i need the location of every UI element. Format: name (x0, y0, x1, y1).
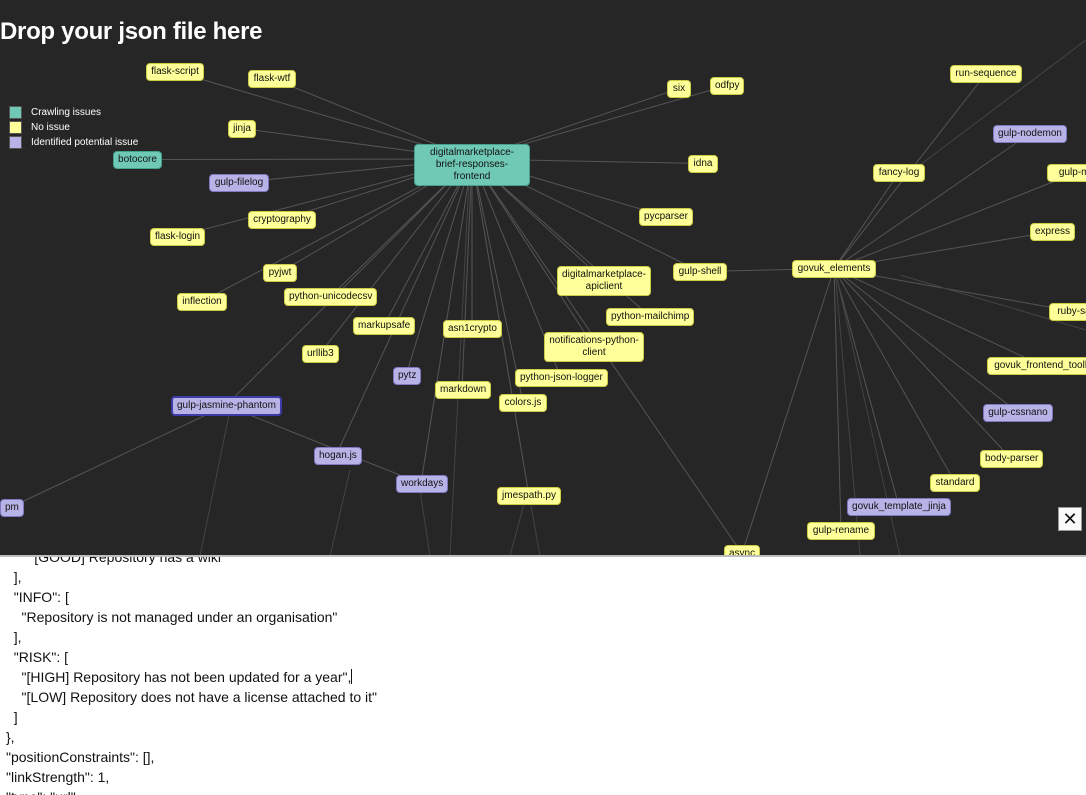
dependency-link (833, 268, 1043, 366)
dependency-link (419, 489, 431, 556)
legend-swatch-potential-issue (9, 136, 22, 149)
graph-node-flask-wtf[interactable]: flask-wtf (248, 70, 296, 88)
legend-swatch-crawling (9, 106, 22, 119)
editor-line: "INFO": [ (6, 589, 69, 605)
graph-node-standard[interactable]: standard (930, 474, 980, 492)
legend-swatch-no-issue (9, 121, 22, 134)
dependency-link (833, 268, 901, 508)
graph-node-notifications-python-client[interactable]: notifications-python-client (544, 332, 644, 362)
dependency-link (529, 499, 541, 556)
dependency-link (740, 268, 835, 555)
graph-node-workdays[interactable]: workdays (396, 475, 449, 493)
editor-line-active: "[HIGH] Repository has not been updated … (6, 667, 353, 687)
graph-node-express[interactable]: express (1030, 223, 1076, 241)
graph-node-odfpy[interactable]: odfpy (710, 77, 745, 95)
graph-node-urllib3[interactable]: urllib3 (302, 345, 339, 363)
legend-label: Identified potential issue (31, 137, 139, 148)
graph-node-jmespath-py[interactable]: jmespath.py (497, 487, 561, 505)
graph-node-fancy-log[interactable]: fancy-log (873, 164, 925, 182)
text-cursor (351, 669, 353, 684)
legend-item-no-issue: No issue (9, 120, 138, 135)
graph-node-flask-login[interactable]: flask-login (150, 228, 206, 246)
dependency-link (833, 171, 900, 269)
graph-node-markupsafe[interactable]: markupsafe (353, 317, 416, 335)
dependency-link (471, 158, 595, 348)
editor-line: "[LOW] Repository does not have a licens… (6, 689, 378, 705)
json-editor[interactable]: "[GOOD] Repository has a wiki" ], "INFO"… (0, 557, 1086, 795)
dependency-link (833, 133, 1031, 269)
editor-line: "RISK": [ (6, 649, 69, 665)
dependency-link (833, 268, 844, 532)
graph-node-six[interactable]: six (667, 80, 691, 98)
graph-node-govuk-frontend-toolk[interactable]: govuk_frontend_toolk (987, 357, 1086, 375)
editor-line: "type": "url" (6, 787, 76, 795)
dependency-link (449, 159, 471, 556)
dependency-link (9, 405, 227, 508)
graph-node-jinja[interactable]: jinja (228, 120, 256, 138)
graph-node-gulp-mo[interactable]: gulp-mo (1047, 164, 1086, 182)
graph-node-inflection[interactable]: inflection (177, 293, 227, 311)
dependency-link (225, 405, 422, 485)
dependency-link (225, 158, 473, 407)
graph-node-gulp-filelog[interactable]: gulp-filelog (209, 174, 269, 192)
dependency-link (199, 409, 231, 556)
dependency-graph-canvas[interactable]: digitalmarketplace-brief-responses-front… (0, 0, 1086, 556)
dependency-link (833, 268, 956, 484)
legend-item-crawling-issues: Crawling issues (9, 105, 138, 120)
graph-node-python-unicodecsv[interactable]: python-unicodecsv (284, 288, 378, 306)
graph-node-pyjwt[interactable]: pyjwt (263, 264, 297, 282)
graph-node-gulp-rename[interactable]: gulp-rename (807, 522, 875, 540)
close-icon[interactable]: ✕ (1058, 507, 1082, 531)
editor-line: ], (6, 629, 22, 645)
dependency-link (833, 268, 1019, 413)
dependency-link (329, 469, 351, 556)
graph-node-cryptography[interactable]: cryptography (248, 211, 316, 229)
editor-line-text: "[HIGH] Repository has not been updated … (6, 669, 352, 685)
graph-node-digitalmarketplace-apiclient[interactable]: digitalmarketplace-apiclient (557, 266, 651, 296)
graph-node-govuk-elements[interactable]: govuk_elements (792, 260, 876, 278)
editor-line: ] (6, 709, 18, 725)
graph-node-python-mailchimp[interactable]: python-mailchimp (606, 308, 695, 326)
graph-node-asn1crypto[interactable]: asn1crypto (443, 320, 502, 338)
graph-node-digitalmarketplace-brief-responses-frontend[interactable]: digitalmarketplace-brief-responses-front… (414, 144, 530, 186)
editor-line: }, (6, 729, 15, 745)
graph-node-body-parser[interactable]: body-parser (980, 450, 1044, 468)
graph-node-gulp-nodemon[interactable]: gulp-nodemon (993, 125, 1067, 143)
editor-line: "positionConstraints": [], (6, 749, 155, 765)
graph-node-markdown[interactable]: markdown (435, 381, 492, 399)
graph-node-idna[interactable]: idna (688, 155, 718, 173)
graph-node-pycparser[interactable]: pycparser (639, 208, 693, 226)
legend: Crawling issues No issue Identified pote… (9, 105, 138, 150)
dependency-link (833, 171, 1078, 269)
graph-node-gulp-shell[interactable]: gulp-shell (673, 263, 727, 281)
legend-item-potential-issue: Identified potential issue (9, 135, 138, 150)
graph-node-python-json-logger[interactable]: python-json-logger (515, 369, 608, 387)
graph-node-colors-js[interactable]: colors.js (499, 394, 547, 412)
graph-node-ruby-sa[interactable]: ruby-sa (1049, 303, 1086, 321)
graph-node-pytz[interactable]: pytz (393, 367, 422, 385)
drop-zone-title: Drop your json file here (0, 18, 263, 45)
graph-node-flask-script[interactable]: flask-script (146, 63, 204, 81)
graph-node-run-sequence[interactable]: run-sequence (950, 65, 1022, 83)
graph-node-pm[interactable]: pm (0, 499, 24, 517)
graph-links (9, 39, 1086, 556)
graph-node-botocore[interactable]: botocore (113, 151, 162, 169)
dependency-link (509, 499, 526, 556)
editor-line: "linkStrength": 1, (6, 769, 110, 785)
legend-label: No issue (31, 122, 70, 133)
dependency-link (833, 268, 1012, 460)
editor-line: ], (6, 569, 22, 585)
legend-label: Crawling issues (31, 107, 102, 118)
editor-line: "Repository is not managed under an orga… (6, 609, 338, 625)
editor-line: "[GOOD] Repository has a wiki" (6, 557, 227, 565)
graph-node-hogan-js[interactable]: hogan.js (314, 447, 362, 465)
graph-node-govuk-template-jinja[interactable]: govuk_template_jinja (847, 498, 951, 516)
graph-node-gulp-cssnano[interactable]: gulp-cssnano (983, 404, 1053, 422)
graph-node-gulp-jasmine-phantom[interactable]: gulp-jasmine-phantom (171, 396, 282, 416)
